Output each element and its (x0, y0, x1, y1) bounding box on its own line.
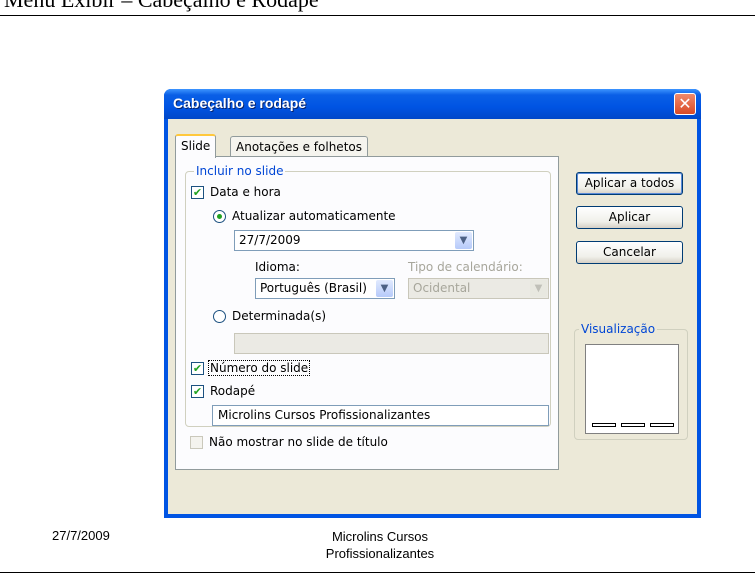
apply-to-all-button[interactable]: Aplicar a todos (576, 172, 683, 195)
footer-divider (0, 572, 755, 573)
calendar-type-select: Ocidental ▼ (408, 278, 549, 299)
footer-checkbox[interactable]: ✔ (191, 385, 204, 398)
slide-number-label: Número do slide (208, 360, 311, 376)
language-select[interactable]: Português (Brasil) ▼ (255, 278, 395, 299)
slide-footer-text: Microlins Cursos Profissionalizantes (325, 529, 435, 561)
footer-label: Rodapé (210, 384, 256, 398)
radio-selected-dot (217, 214, 222, 219)
include-on-slide-group: Incluir no slide ✔ Data e hora Atualizar… (185, 164, 551, 427)
tab-slide[interactable]: Slide (175, 134, 217, 158)
slide-number-checkbox[interactable]: ✔ (191, 362, 204, 375)
chevron-down-icon[interactable]: ▼ (455, 232, 472, 249)
preview-slide (585, 344, 679, 434)
footer-text-input[interactable]: Microlins Cursos Profissionalizantes (212, 405, 549, 426)
date-format-select[interactable]: 27/7/2009 ▼ (234, 230, 474, 251)
dialog-title: Cabeçalho e rodapé (173, 95, 307, 111)
dont-show-on-title-label: Não mostrar no slide de título (209, 435, 388, 449)
fixed-date-input[interactable] (234, 333, 549, 354)
date-format-value: 27/7/2009 (239, 233, 301, 247)
cancel-button[interactable]: Cancelar (576, 241, 683, 264)
preview-label: Visualização (579, 322, 658, 336)
date-time-label: Data e hora (210, 185, 281, 199)
dialog-client-area: Slide Anotações e folhetos Incluir no sl… (168, 119, 697, 514)
preview-group: Visualização (574, 322, 688, 440)
calendar-type-label: Tipo de calendário: (408, 260, 523, 274)
fixed-date-label: Determinada(s) (232, 309, 327, 323)
footer-placeholder (621, 423, 645, 427)
tab-panel-slide: Incluir no slide ✔ Data e hora Atualizar… (175, 156, 559, 470)
auto-update-label: Atualizar automaticamente (232, 209, 396, 223)
language-label: Idioma: (255, 260, 300, 274)
dialog-titlebar[interactable]: Cabeçalho e rodapé ✕ (164, 89, 701, 119)
chevron-down-icon: ▼ (530, 280, 547, 297)
chevron-down-icon[interactable]: ▼ (376, 280, 393, 297)
calendar-type-value: Ocidental (413, 281, 471, 295)
dont-show-on-title-checkbox[interactable] (190, 436, 203, 449)
slide-footer-date: 27/7/2009 (52, 528, 110, 543)
tab-notes-handouts[interactable]: Anotações e folhetos (230, 136, 368, 158)
apply-button[interactable]: Aplicar (576, 206, 683, 229)
fixed-date-radio[interactable] (213, 310, 226, 323)
language-value: Português (Brasil) (260, 281, 367, 295)
date-time-checkbox[interactable]: ✔ (191, 186, 204, 199)
close-icon[interactable]: ✕ (674, 93, 696, 115)
auto-update-radio[interactable] (213, 210, 226, 223)
date-placeholder (592, 423, 616, 427)
group-label: Incluir no slide (194, 164, 286, 178)
number-placeholder (650, 423, 674, 427)
page-title: Menu Exibir – Cabeçalho e Rodapé (0, 0, 755, 16)
header-footer-dialog: Cabeçalho e rodapé ✕ Slide Anotações e f… (164, 89, 701, 518)
